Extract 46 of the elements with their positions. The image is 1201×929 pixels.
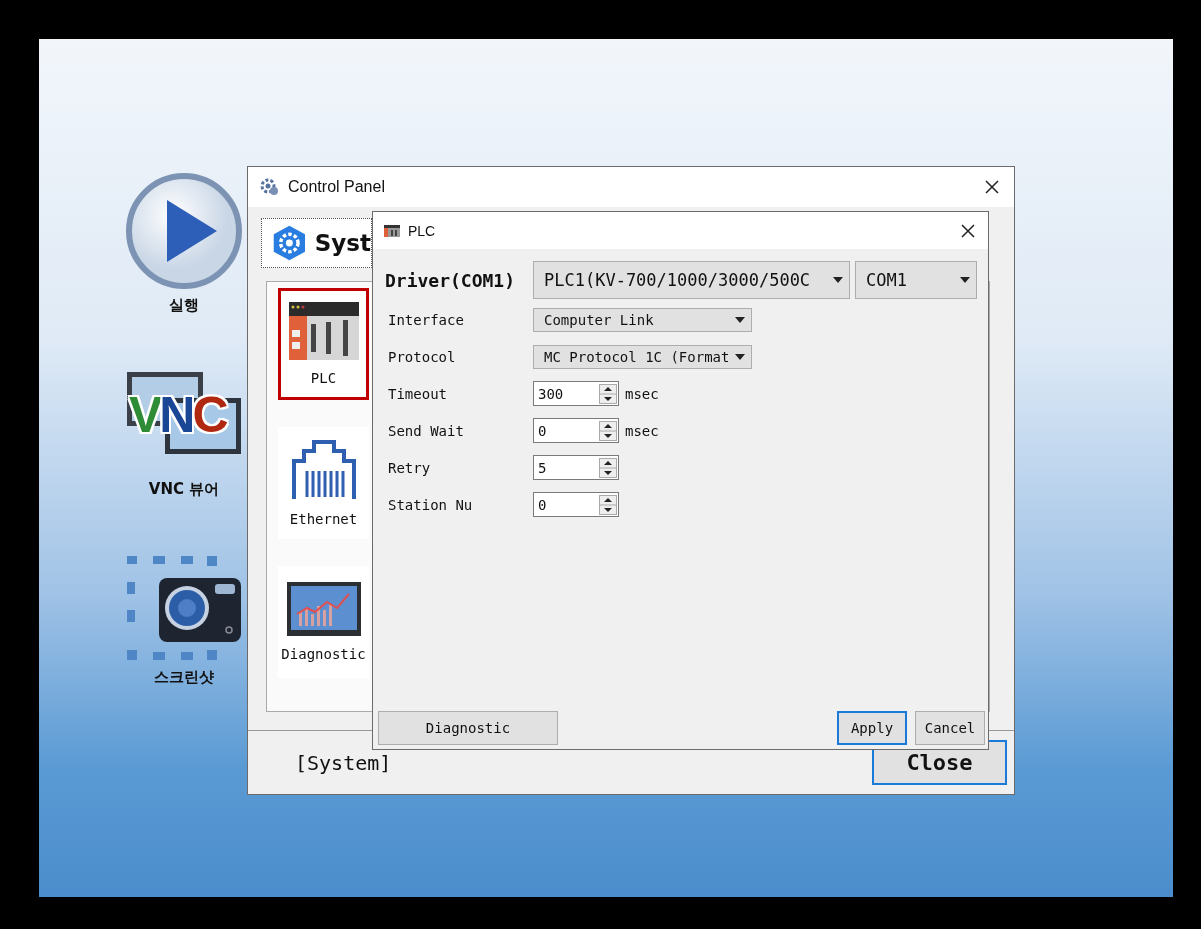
unit-label: msec [625, 422, 659, 439]
spinner-icon[interactable] [599, 420, 617, 441]
port-dropdown[interactable]: COM1 [855, 261, 977, 299]
field-label: Interface [387, 311, 465, 328]
dialog-button[interactable]: Diagnostic [378, 711, 558, 745]
field-label: Driver(COM1) [385, 269, 517, 291]
number-field[interactable]: 0 [533, 418, 619, 443]
icon-label: VNC 뷰어 [148, 480, 220, 499]
field-label: Retry [387, 459, 432, 476]
number-field[interactable]: 5 [533, 455, 619, 480]
category-item[interactable]: Ethernet [278, 427, 369, 539]
dropdown-field[interactable]: MC Protocol 1C (Format [533, 344, 752, 369]
dialog-button[interactable]: Cancel [915, 711, 985, 745]
window-title: Control Panel [288, 178, 386, 196]
plc-rack-icon [288, 302, 359, 360]
field-label: Send Wait [387, 422, 465, 439]
caret-icon [735, 316, 745, 323]
dropdown-field[interactable]: Computer Link [533, 307, 752, 332]
field-label: Station Nu [387, 496, 474, 513]
number-field[interactable]: 0 [533, 492, 619, 517]
status-text: [System] [295, 750, 392, 775]
close-icon [984, 179, 1000, 195]
unit-label: msec [625, 385, 659, 402]
field-label: Timeout [387, 385, 448, 402]
icon-label: 스크린샷 [154, 668, 214, 687]
spinner-icon[interactable] [599, 383, 617, 404]
icon-label: 실행 [169, 296, 199, 315]
dialog-button[interactable]: Apply [837, 711, 907, 745]
chart-monitor-icon [286, 582, 361, 636]
number-field[interactable]: 300 [533, 381, 619, 406]
spinner-icon[interactable] [599, 494, 617, 515]
caret-icon [833, 277, 843, 283]
system-tab[interactable]: Syst [261, 218, 372, 268]
field-label: Protocol [387, 348, 457, 365]
caret-icon [735, 353, 745, 360]
category-item[interactable]: Diagnostic [278, 566, 369, 678]
caret-icon [960, 277, 970, 283]
category-item[interactable]: PLC [278, 288, 369, 400]
gear-icon [260, 177, 280, 197]
close-icon [960, 222, 976, 239]
spinner-icon[interactable] [599, 457, 617, 478]
plc-rack-icon [384, 224, 400, 237]
dialog-title: PLC [408, 222, 437, 239]
network-port-icon [290, 439, 357, 501]
play-icon[interactable] [125, 172, 243, 290]
driver-dropdown[interactable]: PLC1(KV-700/1000/3000/500C [533, 261, 850, 299]
